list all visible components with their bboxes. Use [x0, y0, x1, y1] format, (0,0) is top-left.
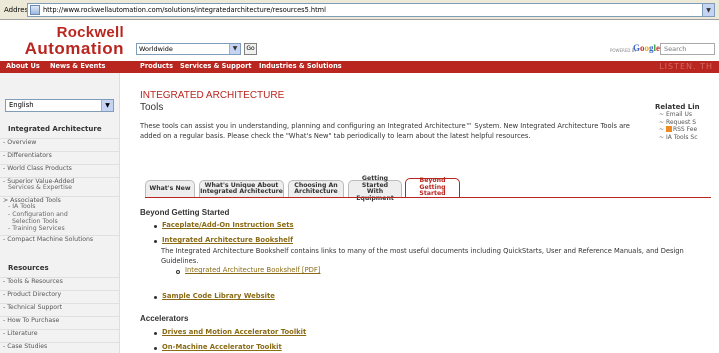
related-link-rss[interactable]: ~ RSS Fee [655, 126, 719, 134]
circle-bullet-icon [176, 270, 180, 274]
tagline: LISTEN. TH [659, 62, 713, 71]
tab-getting-started[interactable]: Getting Started With Equipment [348, 175, 402, 201]
link-drives-motion[interactable]: Drives and Motion Accelerator Toolkit [162, 328, 306, 336]
bullet-icon [154, 240, 157, 243]
related-link-email[interactable]: ~ Email Us [655, 111, 719, 119]
region-select[interactable]: Worldwide ▼ [136, 43, 241, 55]
bookshelf-description: The Integrated Architecture Bookshelf co… [161, 247, 684, 265]
sidebar-item-ia-tools[interactable]: - IA Tools [0, 203, 119, 210]
sidebar-item-training[interactable]: - Training Services [0, 225, 119, 232]
nav-services-support[interactable]: Services & Support [180, 62, 252, 70]
tab-whats-new[interactable]: What's New [145, 180, 195, 197]
bullet-icon [154, 332, 157, 335]
page-icon [30, 5, 40, 15]
link-sample-code[interactable]: Sample Code Library Website [162, 292, 275, 300]
sidebar-item-technical-support[interactable]: - Technical Support [0, 303, 119, 311]
sidebar-item-case-studies[interactable]: - Case Studies [0, 342, 119, 350]
section-beyond-heading: Beyond Getting Started [140, 208, 230, 217]
address-input[interactable]: http://www.rockwellautomation.com/soluti… [27, 3, 715, 17]
sidebar-section-title: Integrated Architecture [8, 125, 102, 133]
sidebar-item-label[interactable]: Selection Tools [0, 218, 119, 225]
address-url: http://www.rockwellautomation.com/soluti… [43, 6, 326, 14]
address-dropdown-icon[interactable]: ▼ [702, 4, 714, 16]
sidebar-section-title: Resources [8, 264, 49, 272]
language-select[interactable]: English ▼ [5, 99, 114, 112]
main-nav: About Us News & Events Products Services… [0, 61, 719, 73]
sidebar-item-label[interactable]: Services & Expertise [0, 184, 119, 191]
intro-text: These tools can assist you in understand… [140, 122, 630, 140]
page-title: INTEGRATED ARCHITECTURE [140, 90, 285, 101]
link-on-machine[interactable]: On-Machine Accelerator Toolkit [162, 343, 282, 351]
tab-divider [145, 197, 711, 198]
chevron-down-icon: ▼ [101, 100, 113, 111]
link-bookshelf-pdf[interactable]: Integrated Architecture Bookshelf [PDF] [185, 266, 320, 274]
related-link-ia-tools[interactable]: ~ IA Tools Sc [655, 134, 719, 142]
go-button[interactable]: Go [244, 43, 257, 55]
nav-industries-solutions[interactable]: Industries & Solutions [259, 62, 342, 70]
bullet-icon [154, 296, 157, 299]
sidebar-item-configuration[interactable]: - Configuration and [0, 211, 119, 218]
related-link-request[interactable]: ~ Request S [655, 119, 719, 127]
nav-about-us[interactable]: About Us [6, 62, 40, 70]
sidebar-item-how-to-purchase[interactable]: - How To Purchase [0, 316, 119, 324]
tab-beyond-getting-started[interactable]: Beyond Getting Started [405, 178, 460, 197]
nav-products[interactable]: Products [140, 62, 173, 70]
sidebar-item-tools-resources[interactable]: - Tools & Resources [0, 277, 119, 285]
related-links: Related Lin ~ Email Us ~ Request S ~ RSS… [655, 103, 719, 141]
link-bookshelf[interactable]: Integrated Architecture Bookshelf [162, 236, 293, 244]
google-logo: Google [633, 43, 661, 53]
nav-news-events[interactable]: News & Events [50, 62, 105, 70]
sidebar-item-differentiators[interactable]: - Differentiators [0, 151, 119, 159]
related-links-title: Related Lin [655, 103, 700, 111]
sidebar-item-compact-machine[interactable]: - Compact Machine Solutions [0, 235, 119, 243]
sidebar-item-overview[interactable]: - Overview [0, 138, 119, 146]
chevron-down-icon: ▼ [229, 44, 240, 54]
tab-choosing-architecture[interactable]: Choosing An Architecture [288, 180, 344, 197]
site-header: Rockwell Automation Worldwide ▼ Go POWER… [0, 20, 719, 61]
sidebar-item-literature[interactable]: - Literature [0, 329, 119, 337]
sidebar-item-world-class-products[interactable]: - World Class Products [0, 164, 119, 172]
link-faceplate[interactable]: Faceplate/Add-On Instruction Sets [162, 221, 294, 229]
address-bar: Address http://www.rockwellautomation.co… [0, 0, 719, 20]
rockwell-logo[interactable]: Rockwell Automation [14, 25, 124, 57]
bullet-icon [154, 225, 157, 228]
page-subtitle: Tools [140, 102, 164, 113]
sidebar-item-product-directory[interactable]: - Product Directory [0, 290, 119, 298]
bullet-icon [154, 347, 157, 350]
address-label: Address [4, 5, 32, 14]
sidebar: English ▼ Integrated Architecture - Over… [0, 73, 120, 353]
tab-whats-unique[interactable]: What's Unique About Integrated Architectu… [199, 180, 284, 197]
rss-icon [665, 126, 672, 132]
section-accelerators-heading: Accelerators [140, 314, 189, 323]
search-input[interactable]: Search [660, 43, 715, 55]
